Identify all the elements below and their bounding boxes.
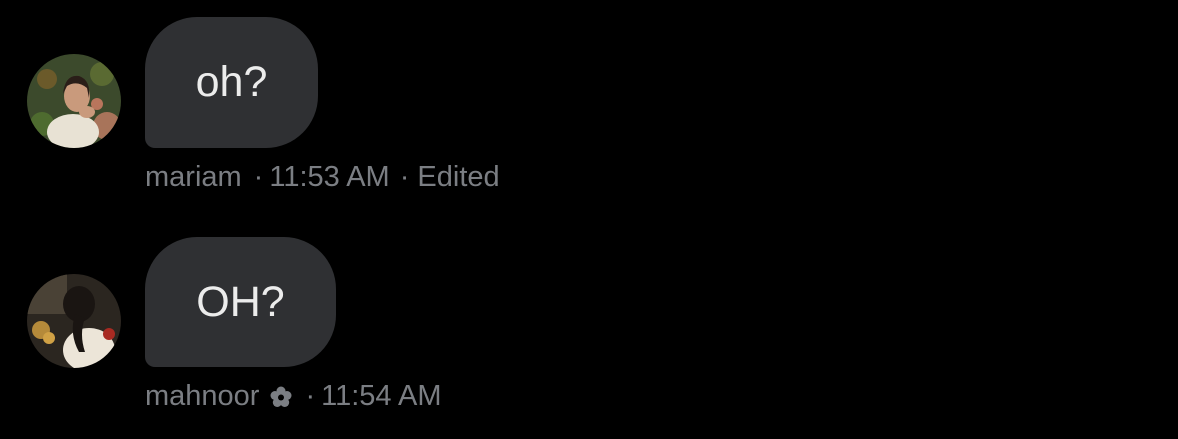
sender-name[interactable]: mariam — [145, 161, 242, 194]
timestamp: 11:53 AM — [269, 161, 390, 193]
message-text: oh? — [195, 58, 268, 106]
avatar-photo — [27, 274, 121, 368]
edited-label: Edited — [417, 161, 500, 193]
separator: · — [399, 161, 410, 193]
message-meta: mahnoor · 11:54 AM — [145, 380, 442, 413]
message-item[interactable]: OH? mahnoor · 11:54 AM — [0, 220, 1178, 439]
message-bubble[interactable]: oh? — [145, 17, 318, 148]
message-bubble[interactable]: OH? — [145, 237, 336, 367]
timestamp: 11:54 AM — [321, 380, 442, 412]
avatar[interactable] — [27, 54, 121, 148]
avatar[interactable] — [27, 274, 121, 368]
separator: · — [305, 380, 316, 412]
avatar-photo — [27, 54, 121, 148]
message-text: OH? — [196, 277, 285, 326]
flower-icon — [269, 385, 293, 409]
separator: · — [253, 161, 264, 193]
message-meta: mariam · 11:53 AM · Edited — [145, 161, 500, 194]
sender-name[interactable]: mahnoor — [145, 380, 259, 413]
message-item[interactable]: oh? mariam · 11:53 AM · Edited — [0, 0, 1178, 220]
